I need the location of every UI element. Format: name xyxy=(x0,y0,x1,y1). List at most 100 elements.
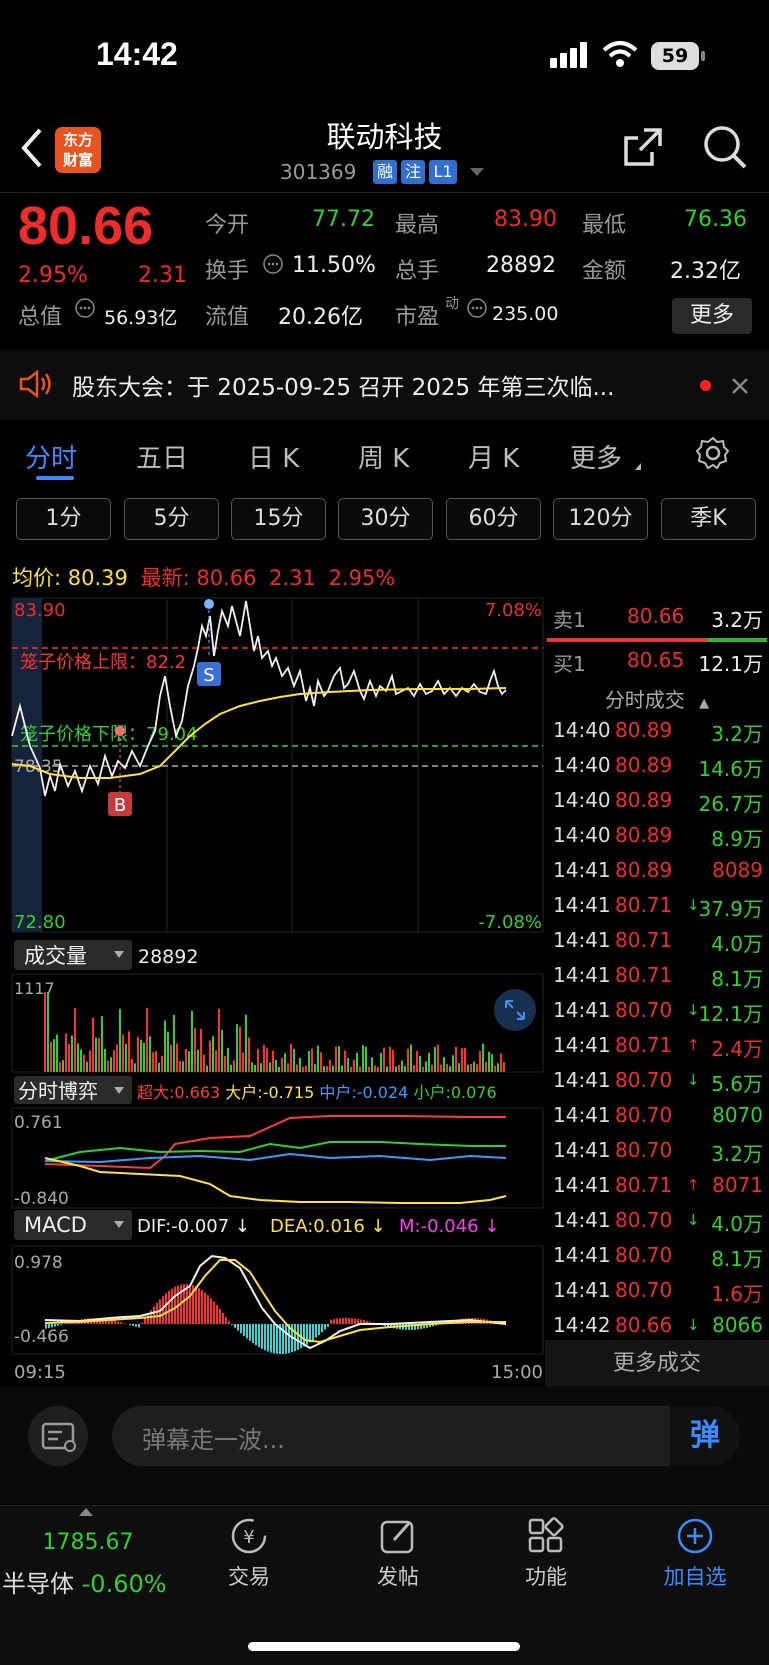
game-max: 0.761 xyxy=(14,1113,63,1133)
subtitle-icon xyxy=(41,1422,76,1452)
tab-intraday[interactable]: 分时 xyxy=(25,438,77,475)
danmaku-toggle[interactable] xyxy=(28,1406,88,1466)
macd-bar xyxy=(135,1324,137,1327)
comment-bar: 弹幕走一波... 弹 xyxy=(0,1386,769,1504)
tab-five-day[interactable]: 五日 xyxy=(136,438,188,475)
period-1min[interactable]: 1分 xyxy=(16,498,111,540)
volume-bar xyxy=(152,1052,154,1072)
trade-arrow: ↓ xyxy=(687,1071,700,1089)
macd-bar xyxy=(333,1319,335,1324)
time-start: 09:15 xyxy=(14,1362,66,1383)
bid-price: 80.65 xyxy=(627,648,685,672)
intraday-chart[interactable]: 83.90 72.80 7.08% -7.08% 78.35 笼子价格上限：82… xyxy=(0,596,545,1386)
macd-bar xyxy=(210,1298,212,1324)
avg-value: 80.39 xyxy=(67,566,128,590)
volume-bar xyxy=(428,1052,430,1072)
trade-volume: 5.6万 xyxy=(711,1072,763,1096)
volume-bar xyxy=(263,1044,265,1072)
macd-bar xyxy=(48,1324,50,1329)
trade-volume: 4.0万 xyxy=(711,932,763,956)
volume-bar xyxy=(146,1007,148,1072)
tab-more[interactable]: 更多 xyxy=(570,438,622,475)
pe-value: 235.00 xyxy=(492,303,559,325)
nav-post[interactable]: 发帖 xyxy=(343,1516,453,1591)
volume-bar xyxy=(161,1055,163,1072)
period-quarter-k[interactable]: 季K xyxy=(661,498,756,540)
macd-bar xyxy=(342,1318,344,1324)
avg-label: 均价: xyxy=(12,566,62,590)
macd-bar xyxy=(255,1324,257,1346)
tab-weekly-k[interactable]: 周 K xyxy=(358,438,409,475)
volume-bar xyxy=(230,1064,232,1072)
volume-bar xyxy=(482,1043,484,1072)
volume-bar xyxy=(293,1048,295,1072)
more-button[interactable]: 更多 xyxy=(672,298,752,334)
volume-bar xyxy=(98,1037,100,1072)
more-trades-button[interactable]: 更多成交 xyxy=(545,1340,769,1388)
search-icon[interactable] xyxy=(702,124,748,170)
volume-bar xyxy=(305,1065,307,1072)
info-icon[interactable] xyxy=(74,297,96,319)
period-60min[interactable]: 60分 xyxy=(446,498,541,540)
order-book-panel: 卖1 80.66 3.2万 买1 80.65 12.1万 分时成交 ▲ 14:4… xyxy=(545,598,769,1388)
volume-bars xyxy=(44,992,505,1072)
dif-line xyxy=(44,1254,507,1350)
period-30min[interactable]: 30分 xyxy=(338,498,433,540)
macd-bar xyxy=(213,1301,215,1324)
macd-bar xyxy=(123,1323,125,1324)
macd-bar xyxy=(171,1288,173,1324)
macd-bar xyxy=(204,1292,206,1324)
macd-bar xyxy=(207,1295,209,1324)
nav-add-watchlist[interactable]: 加自选 xyxy=(640,1516,750,1591)
trade-time: 14:42 xyxy=(553,1313,611,1337)
share-icon[interactable] xyxy=(620,124,666,170)
macd-bar xyxy=(195,1286,197,1324)
dropdown-icon[interactable] xyxy=(470,168,484,176)
info-icon[interactable] xyxy=(466,297,488,319)
info-icon[interactable] xyxy=(262,253,284,275)
unread-dot xyxy=(700,380,711,391)
danmaku-input[interactable]: 弹幕走一波... 弹 xyxy=(112,1406,740,1466)
volume-bar xyxy=(158,1062,160,1072)
index-value[interactable]: 1785.67 xyxy=(0,1530,176,1555)
battery-icon: 59 xyxy=(651,42,699,70)
trade-volume: 8089 xyxy=(712,858,763,882)
macd-bar xyxy=(189,1284,191,1324)
gear-icon[interactable] xyxy=(696,436,730,470)
period-5min[interactable]: 5分 xyxy=(124,498,219,540)
nav-trade[interactable]: ¥ 交易 xyxy=(194,1516,304,1591)
volume-bar xyxy=(68,1044,70,1072)
macd-bar xyxy=(357,1318,359,1324)
turnover-label: 换手 xyxy=(205,259,250,284)
volume-label: 成交量 xyxy=(24,944,87,968)
volume-bar xyxy=(47,992,49,1072)
nav-function[interactable]: 功能 xyxy=(491,1516,601,1591)
announcement-bar[interactable]: 股东大会：于 2025-09-25 召开 2025 年第三次临... xyxy=(0,350,769,420)
tab-daily-k[interactable]: 日 K xyxy=(248,438,299,475)
volume-bar xyxy=(212,1036,214,1072)
period-120min[interactable]: 120分 xyxy=(553,498,648,540)
volume-bar xyxy=(422,1066,424,1072)
macd-bar xyxy=(186,1284,188,1324)
volume-bar xyxy=(116,1044,118,1072)
index-ticker[interactable]: 半导体 -0.60% xyxy=(2,1564,167,1599)
volume-bar xyxy=(437,1044,439,1072)
bid-volume: 12.1万 xyxy=(698,652,763,676)
period-selector: 1分 5分 15分 30分 60分 120分 季K xyxy=(0,492,769,540)
volume-bar xyxy=(248,1037,250,1072)
announcement-text: 股东大会：于 2025-09-25 召开 2025 年第三次临... xyxy=(72,375,615,401)
trades-title: 分时成交 xyxy=(604,688,685,712)
period-15min[interactable]: 15分 xyxy=(231,498,326,540)
volume-bar xyxy=(44,992,46,1072)
volume-bar xyxy=(335,1046,337,1072)
macd-bar xyxy=(153,1306,155,1324)
expand-button[interactable] xyxy=(494,989,536,1031)
danmaku-send-button[interactable]: 弹 xyxy=(670,1406,740,1466)
ask-price: 80.66 xyxy=(627,604,685,628)
volume-bar xyxy=(329,1059,331,1072)
trades-header[interactable]: 分时成交 ▲ xyxy=(545,684,769,719)
speaker-icon xyxy=(19,369,51,399)
close-icon[interactable] xyxy=(730,376,750,396)
volume-bar xyxy=(299,1057,301,1072)
tab-monthly-k[interactable]: 月 K xyxy=(468,438,519,475)
